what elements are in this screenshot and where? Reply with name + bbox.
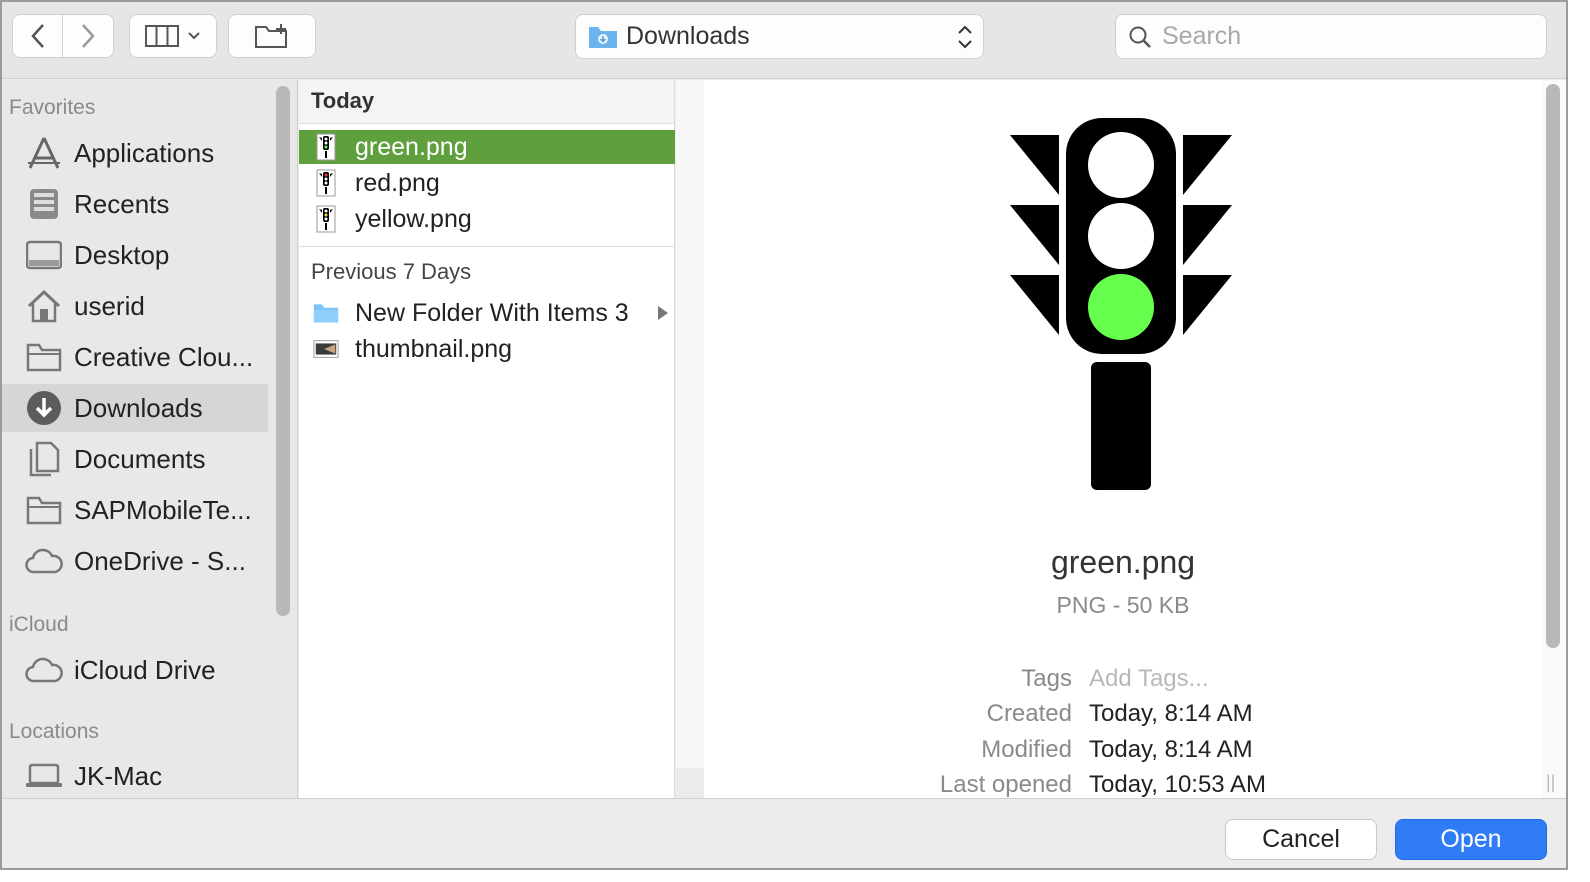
sidebar-item-creative-cloud[interactable]: Creative Clou... <box>2 333 268 381</box>
cloud-icon <box>24 650 64 690</box>
traffic-light-icon <box>313 132 339 162</box>
sidebar-item-applications[interactable]: Applications <box>2 129 268 177</box>
file-name: thumbnail.png <box>355 334 513 363</box>
file-row-yellow[interactable]: yellow.png <box>299 202 675 236</box>
sidebar: Favorites Applications Recents Desktop u… <box>2 80 298 798</box>
sidebar-section-icloud: iCloud <box>9 613 69 636</box>
open-file-dialog: Downloads Favorites Applications Recents <box>0 0 1568 870</box>
applications-icon <box>24 133 64 173</box>
folder-icon <box>24 490 64 530</box>
folder-icon <box>24 337 64 377</box>
columns-view-icon <box>145 25 179 47</box>
file-row-thumbnail[interactable]: thumbnail.png <box>299 332 675 366</box>
new-folder-icon <box>255 24 287 48</box>
downloads-folder-icon <box>589 26 617 48</box>
chevron-left-icon <box>30 24 44 48</box>
cloud-icon <box>24 541 64 581</box>
up-down-chevron-icon <box>958 25 972 49</box>
meta-label-tags: Tags <box>1021 665 1072 692</box>
forward-button[interactable] <box>63 14 114 58</box>
chevron-right-icon <box>82 24 95 48</box>
documents-icon <box>24 439 64 479</box>
sidebar-item-label: userid <box>74 290 145 321</box>
sidebar-item-downloads[interactable]: Downloads <box>2 384 268 432</box>
sidebar-item-jk-mac[interactable]: JK-Mac <box>2 752 268 798</box>
open-button[interactable]: Open <box>1395 819 1547 860</box>
sidebar-item-recents[interactable]: Recents <box>2 180 268 228</box>
preview-pane: green.png PNG - 50 KB Tags Add Tags... C… <box>704 80 1542 798</box>
sidebar-item-onedrive[interactable]: OneDrive - S... <box>2 537 268 585</box>
sidebar-item-label: iCloud Drive <box>74 654 216 685</box>
sidebar-item-label: JK-Mac <box>74 760 163 791</box>
group-divider <box>299 246 675 247</box>
search-field[interactable] <box>1115 14 1547 59</box>
preview-scrollbar[interactable] <box>1546 84 1560 648</box>
file-name: green.png <box>355 132 468 161</box>
sidebar-item-label: Downloads <box>74 392 203 423</box>
sidebar-item-documents[interactable]: Documents <box>2 435 268 483</box>
disclosure-arrow-icon <box>658 306 668 320</box>
back-button[interactable] <box>12 14 63 58</box>
image-thumbnail-icon <box>313 334 339 364</box>
file-column: Today green.png red.png yellow.png Previ… <box>299 80 675 798</box>
traffic-light-icon <box>313 168 339 198</box>
sidebar-item-desktop[interactable]: Desktop <box>2 231 268 279</box>
sidebar-scrollbar[interactable] <box>276 86 290 616</box>
column-gap <box>676 80 704 768</box>
sidebar-item-label: SAPMobileTe... <box>74 494 252 525</box>
file-row-green[interactable]: green.png <box>299 130 675 164</box>
sidebar-item-label: OneDrive - S... <box>74 545 246 576</box>
search-icon <box>1129 26 1151 48</box>
file-name: yellow.png <box>355 204 472 233</box>
view-mode-button[interactable] <box>129 14 217 58</box>
toolbar: Downloads <box>2 2 1566 79</box>
cancel-button[interactable]: Cancel <box>1225 819 1377 860</box>
add-tags-field[interactable]: Add Tags... <box>1089 665 1209 693</box>
sidebar-item-label: Desktop <box>74 239 170 270</box>
meta-value-created: Today, 8:14 AM <box>1089 700 1253 727</box>
file-row-red[interactable]: red.png <box>299 166 675 200</box>
sidebar-section-locations: Locations <box>9 720 99 743</box>
meta-label-modified: Modified <box>981 736 1072 763</box>
downloads-icon <box>24 388 64 428</box>
sidebar-item-label: Recents <box>74 188 170 219</box>
sidebar-item-label: Applications <box>74 137 215 168</box>
laptop-icon <box>24 756 64 796</box>
sidebar-item-label: Creative Clou... <box>74 341 254 372</box>
dialog-footer: Cancel Open <box>2 798 1566 868</box>
search-input[interactable] <box>1162 22 1522 51</box>
sidebar-item-label: Documents <box>74 443 206 474</box>
traffic-light-preview <box>1010 118 1232 490</box>
location-label: Downloads <box>626 22 750 50</box>
folder-icon <box>313 298 339 328</box>
file-name: red.png <box>355 168 440 197</box>
sidebar-item-icloud-drive[interactable]: iCloud Drive <box>2 646 268 694</box>
active-light <box>1088 274 1154 340</box>
sidebar-section-favorites: Favorites <box>9 96 96 119</box>
traffic-light-icon <box>313 204 339 234</box>
new-folder-button[interactable] <box>228 14 316 58</box>
meta-label-created: Created <box>986 700 1072 727</box>
location-popup[interactable]: Downloads <box>575 14 984 59</box>
sidebar-item-sapmobile[interactable]: SAPMobileTe... <box>2 486 268 534</box>
chevron-down-icon <box>188 32 200 40</box>
preview-file-kind: PNG - 50 KB <box>1056 592 1190 618</box>
group-label-previous-7-days: Previous 7 Days <box>311 259 472 284</box>
resize-grip-icon[interactable]: || <box>1546 772 1555 793</box>
recents-icon <box>24 184 64 224</box>
meta-value-last-opened: Today, 10:53 AM <box>1089 771 1266 798</box>
desktop-icon <box>24 235 64 275</box>
sidebar-item-userid[interactable]: userid <box>2 282 268 330</box>
meta-label-last-opened: Last opened <box>939 771 1072 798</box>
file-name: New Folder With Items 3 <box>355 298 629 327</box>
column-header-today: Today <box>299 80 674 124</box>
meta-value-modified: Today, 8:14 AM <box>1089 736 1253 763</box>
home-icon <box>24 286 64 326</box>
file-row-new-folder[interactable]: New Folder With Items 3 <box>299 296 675 330</box>
preview-file-name: green.png <box>1050 544 1196 580</box>
